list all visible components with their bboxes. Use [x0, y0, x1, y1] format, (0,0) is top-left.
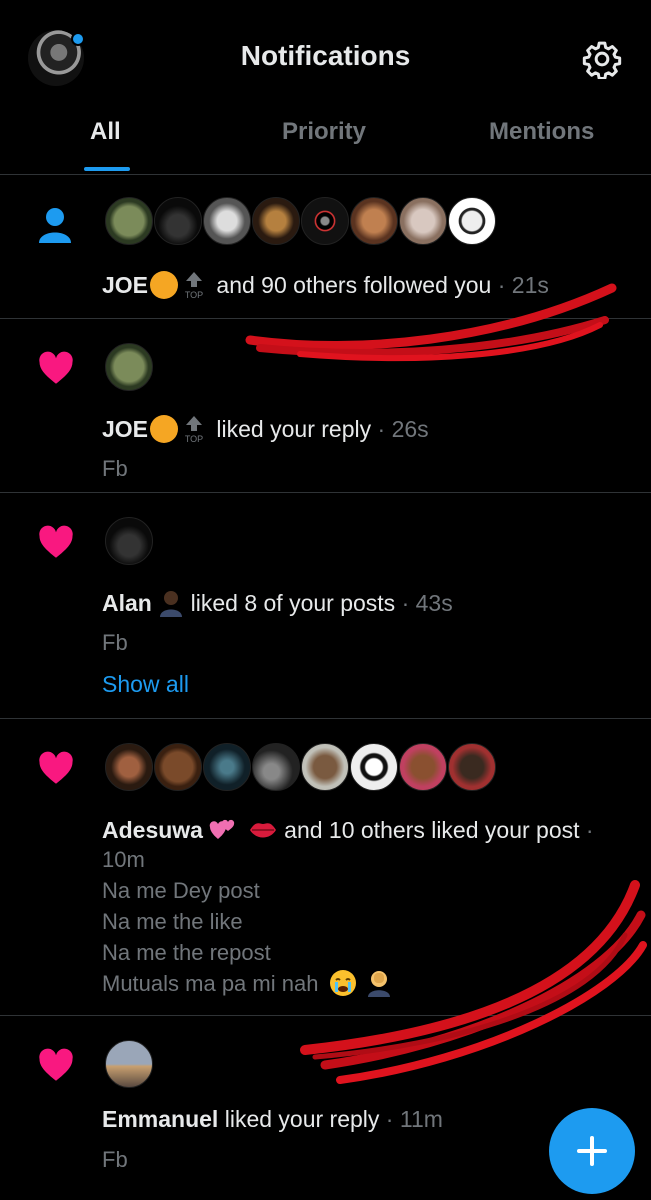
user-name[interactable]: Emmanuel — [102, 1106, 218, 1132]
action-text: and 10 others liked your post — [284, 817, 580, 843]
action-text: and 90 others followed you — [216, 272, 492, 298]
user-name[interactable]: Adesuwa — [102, 817, 203, 843]
notification-text: Adesuwa and 10 others liked your post · — [102, 817, 594, 844]
post-line: Na me the like — [102, 909, 243, 934]
tab-mentions[interactable]: Mentions — [489, 118, 594, 146]
lips-emoji-icon — [249, 823, 276, 838]
hearts-emoji-icon — [210, 819, 235, 839]
post-snippet: Fb — [102, 1147, 128, 1172]
avatar[interactable] — [350, 197, 398, 245]
separator: · — [579, 817, 594, 843]
avatar[interactable] — [399, 197, 447, 245]
notification-tabs: All Priority Mentions — [0, 110, 651, 174]
separator: · — [395, 590, 416, 616]
page-title: Notifications — [240, 40, 411, 71]
avatar[interactable] — [203, 743, 251, 791]
action-text: liked your reply — [224, 1106, 380, 1132]
avatar-row — [105, 517, 154, 565]
avatar[interactable] — [448, 197, 496, 245]
action-text: liked your reply — [216, 416, 372, 442]
facepalm-icon — [367, 971, 390, 997]
app-header: Notifications All Priority Mentions — [0, 0, 651, 175]
avatar-row — [105, 197, 497, 245]
separator: · — [491, 272, 512, 298]
notification-item-like[interactable]: Emmanuel liked your reply · 11m Fb — [0, 1016, 651, 1200]
show-all-link[interactable]: Show all — [102, 671, 189, 698]
action-text: liked 8 of your posts — [190, 590, 396, 616]
tab-all[interactable]: All — [90, 118, 121, 146]
avatar[interactable] — [203, 197, 251, 245]
notification-item-like[interactable]: Adesuwa and 10 others liked your post · … — [0, 719, 651, 1016]
heart-icon — [39, 1048, 73, 1081]
notification-item-like[interactable]: Alan liked 8 of your posts · 43s Fb Show… — [0, 493, 651, 719]
avatar[interactable] — [252, 743, 300, 791]
avatar[interactable] — [448, 743, 496, 791]
person-icon — [39, 208, 71, 243]
user-name[interactable]: JOE — [102, 416, 148, 442]
avatar[interactable] — [399, 743, 447, 791]
compose-button[interactable] — [549, 1108, 635, 1194]
separator: · — [371, 416, 392, 442]
post-line: Na me the repost — [102, 940, 271, 965]
separator: · — [379, 1106, 400, 1132]
avatar-row — [105, 1040, 154, 1088]
avatar[interactable] — [105, 517, 153, 565]
avatar[interactable] — [301, 743, 349, 791]
heart-icon — [39, 751, 73, 784]
user-name[interactable]: Alan — [102, 590, 152, 616]
heart-icon — [39, 525, 73, 558]
post-snippet: Fb — [102, 630, 128, 655]
avatar-row — [105, 743, 497, 791]
post-line-with-emoji: Mutuals ma pa mi nah — [102, 968, 393, 999]
top-badge-icon: TOP — [185, 416, 203, 443]
avatar[interactable] — [105, 343, 153, 391]
tab-priority[interactable]: Priority — [282, 118, 366, 146]
notification-text: Alan liked 8 of your posts · 43s — [102, 589, 453, 617]
top-badge-icon: TOP — [185, 272, 203, 299]
biohazard-emoji-icon — [150, 415, 179, 443]
timestamp: 10m — [102, 847, 145, 872]
top-badge-label: TOP — [185, 290, 203, 299]
avatar[interactable] — [350, 743, 398, 791]
heart-icon — [39, 351, 73, 384]
timestamp: 43s — [415, 590, 453, 616]
top-badge-label: TOP — [185, 434, 203, 443]
person-emoji-icon — [160, 591, 183, 617]
avatar[interactable] — [154, 743, 202, 791]
notification-text: JOE TOP and 90 others followed you · 21s — [102, 271, 549, 299]
post-line: Na me Dey post — [102, 878, 260, 903]
biohazard-emoji-icon — [150, 271, 179, 299]
crying-face-icon — [329, 970, 356, 996]
notification-text: JOE TOP liked your reply · 26s — [102, 415, 429, 443]
avatar[interactable] — [105, 1040, 153, 1088]
notification-text: Emmanuel liked your reply · 11m — [102, 1106, 443, 1133]
user-name[interactable]: JOE — [102, 272, 148, 298]
notification-item-follow[interactable]: JOE TOP and 90 others followed you · 21s — [0, 175, 651, 319]
avatar[interactable] — [301, 197, 349, 245]
gear-icon[interactable] — [582, 39, 622, 79]
active-tab-indicator — [84, 167, 130, 171]
notification-item-like[interactable]: JOE TOP liked your reply · 26s Fb — [0, 319, 651, 493]
avatar[interactable] — [105, 743, 153, 791]
timestamp: 21s — [511, 272, 549, 298]
timestamp: 11m — [399, 1106, 443, 1132]
post-snippet: Fb — [102, 456, 128, 481]
avatar-row — [105, 343, 154, 391]
avatar[interactable] — [252, 197, 300, 245]
avatar[interactable] — [105, 197, 153, 245]
timestamp: 26s — [391, 416, 429, 442]
avatar[interactable] — [154, 197, 202, 245]
post-line: Mutuals ma pa mi nah — [102, 971, 319, 996]
